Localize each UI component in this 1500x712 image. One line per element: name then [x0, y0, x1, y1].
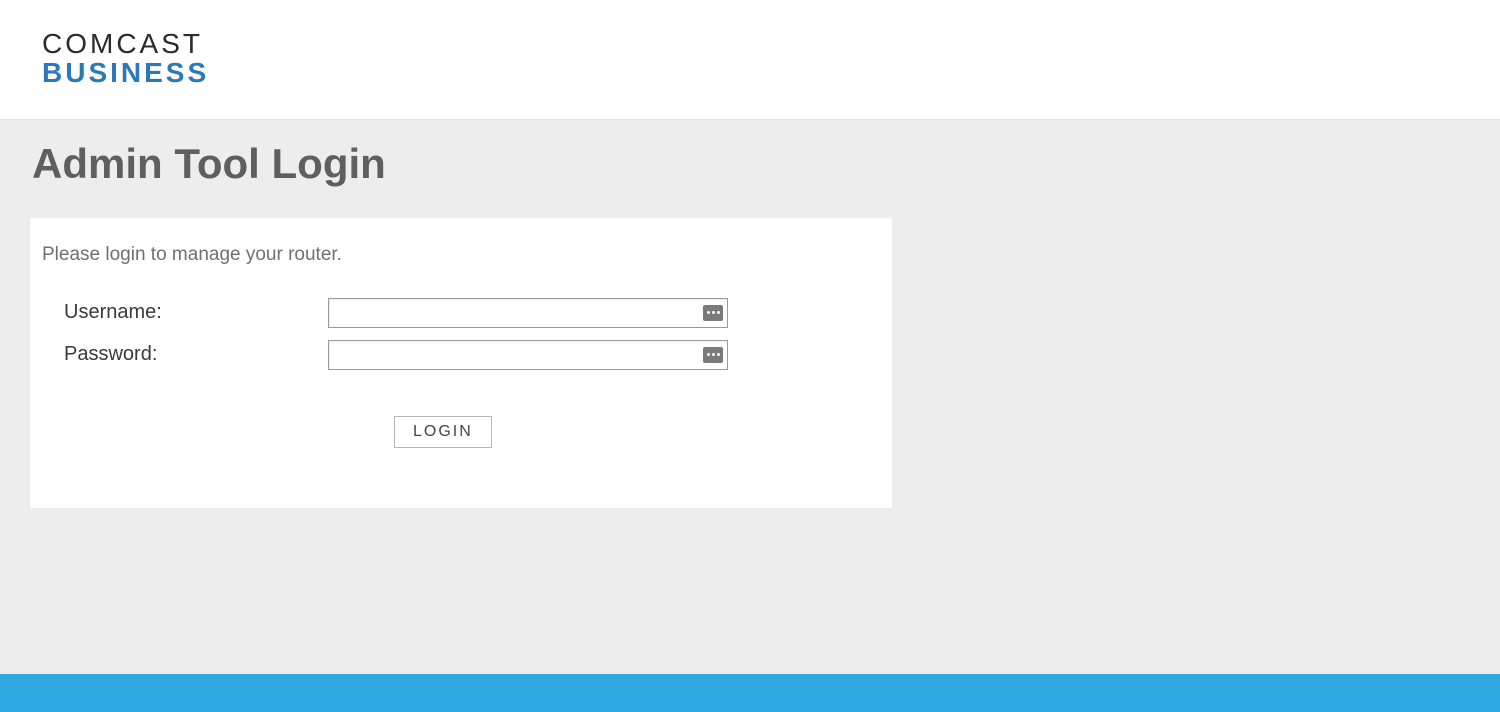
brand-logo: COMCAST BUSINESS: [42, 30, 209, 89]
password-input[interactable]: [328, 340, 728, 370]
username-label: Username:: [48, 301, 328, 324]
brand-name-line1: COMCAST: [42, 30, 209, 58]
login-button-row: LOGIN: [48, 416, 874, 448]
username-row: Username:: [48, 298, 874, 328]
content-area: Admin Tool Login Please login to manage …: [0, 120, 1500, 528]
password-row: Password:: [48, 340, 874, 370]
login-panel: Please login to manage your router. User…: [30, 218, 892, 508]
password-input-wrap: [328, 340, 728, 370]
username-input-wrap: [328, 298, 728, 328]
autofill-icon[interactable]: [703, 305, 723, 321]
brand-name-line2: BUSINESS: [42, 58, 209, 89]
username-input[interactable]: [328, 298, 728, 328]
header: COMCAST BUSINESS: [0, 0, 1500, 120]
autofill-icon[interactable]: [703, 347, 723, 363]
instruction-text: Please login to manage your router.: [42, 244, 874, 266]
page-title: Admin Tool Login: [32, 140, 1470, 188]
footer-bar: [0, 674, 1500, 712]
password-label: Password:: [48, 343, 328, 366]
login-button[interactable]: LOGIN: [394, 416, 492, 448]
